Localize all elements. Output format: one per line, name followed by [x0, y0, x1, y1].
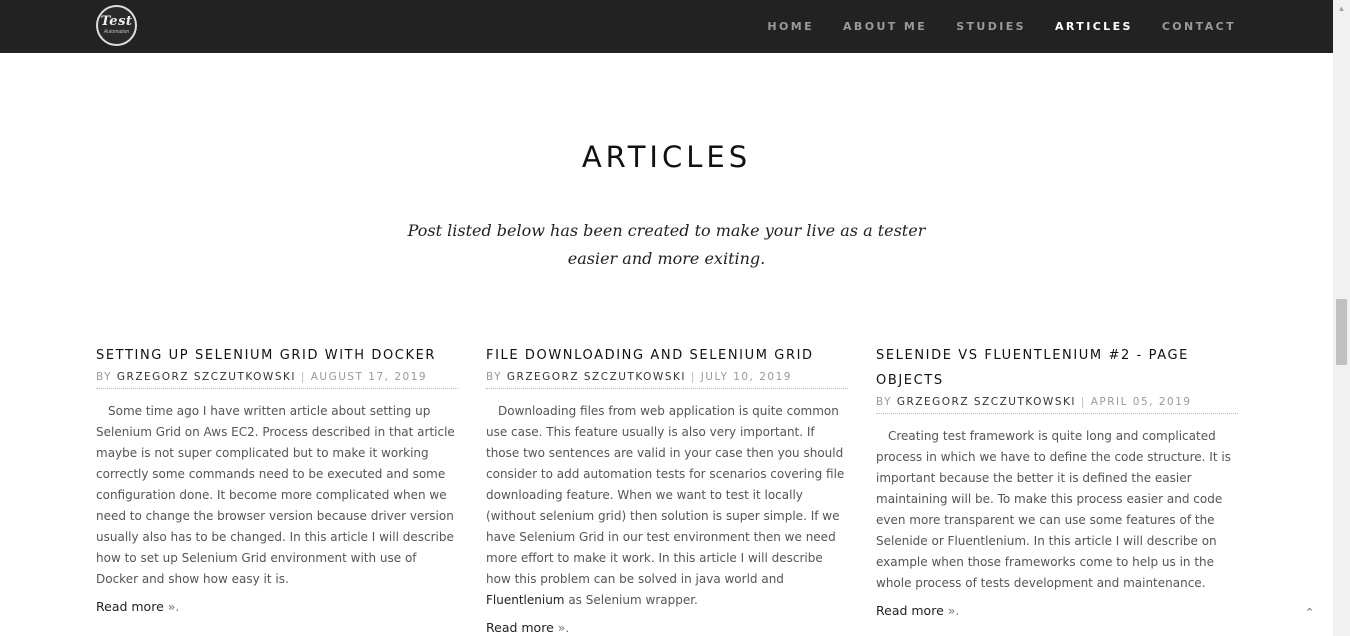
read-more-label: Read more	[486, 620, 554, 635]
page-intro: Post listed below has been created to ma…	[407, 221, 926, 268]
top-navbar: Test Automation HOME ABOUT ME STUDIES AR…	[0, 0, 1333, 53]
meta-by: BY	[96, 371, 113, 383]
meta-separator: |	[1080, 396, 1086, 408]
article-meta: BY GRZEGORZ SZCZUTKOWSKI | JULY 10, 2019	[486, 368, 848, 389]
fluentlenium-link[interactable]: Fluentlenium	[486, 593, 565, 607]
main-nav: HOME ABOUT ME STUDIES ARTICLES CONTACT	[738, 0, 1236, 53]
logo-subtext: Automation	[103, 29, 130, 35]
site-logo[interactable]: Test Automation	[96, 5, 137, 46]
article-card: SETTING UP SELENIUM GRID WITH DOCKER BY …	[96, 343, 458, 614]
meta-separator: |	[300, 371, 306, 383]
raquo-icon: ».	[167, 599, 180, 614]
article-title[interactable]: SETTING UP SELENIUM GRID WITH DOCKER	[96, 343, 458, 368]
logo-text: Test	[100, 14, 133, 29]
meta-by: BY	[486, 371, 503, 383]
page-title: ARTICLES	[581, 140, 752, 174]
raquo-icon: ».	[557, 620, 570, 635]
article-excerpt: Some time ago I have written article abo…	[96, 404, 455, 586]
article-excerpt: Downloading files from web application i…	[486, 401, 848, 611]
article-card: SELENIDE VS FLUENTLENIUM #2 - PAGE OBJEC…	[876, 343, 1238, 618]
excerpt-text: Downloading files from web application i…	[486, 404, 845, 586]
scrollbar-thumb[interactable]	[1336, 299, 1347, 365]
article-meta: BY GRZEGORZ SZCZUTKOWSKI | APRIL 05, 201…	[876, 393, 1238, 414]
read-more-link[interactable]: Read more ».	[876, 603, 1238, 618]
meta-separator: |	[690, 371, 696, 383]
article-author[interactable]: GRZEGORZ SZCZUTKOWSKI	[117, 371, 296, 383]
nav-item-contact[interactable]: CONTACT	[1162, 20, 1236, 33]
excerpt-text-end: as Selenium wrapper.	[564, 593, 698, 607]
article-date: APRIL 05, 2019	[1090, 396, 1192, 408]
nav-item-about-me[interactable]: ABOUT ME	[843, 20, 927, 33]
nav-item-studies[interactable]: STUDIES	[956, 20, 1026, 33]
read-more-label: Read more	[96, 599, 164, 614]
article-card: FILE DOWNLOADING AND SELENIUM GRID BY GR…	[486, 343, 848, 635]
article-title[interactable]: SELENIDE VS FLUENTLENIUM #2 - PAGE OBJEC…	[876, 343, 1238, 393]
article-author[interactable]: GRZEGORZ SZCZUTKOWSKI	[897, 396, 1076, 408]
back-to-top-icon[interactable]: ⌃	[1305, 606, 1314, 619]
read-more-link[interactable]: Read more ».	[486, 620, 848, 635]
nav-item-articles[interactable]: ARTICLES	[1055, 20, 1133, 33]
article-date: JULY 10, 2019	[700, 371, 792, 383]
read-more-label: Read more	[876, 603, 944, 618]
article-meta: BY GRZEGORZ SZCZUTKOWSKI | AUGUST 17, 20…	[96, 368, 458, 389]
raquo-icon: ».	[947, 603, 960, 618]
article-title[interactable]: FILE DOWNLOADING AND SELENIUM GRID	[486, 343, 848, 368]
page-scrollbar[interactable]: ▲	[1333, 0, 1350, 636]
read-more-link[interactable]: Read more ».	[96, 599, 458, 614]
nav-item-home[interactable]: HOME	[767, 20, 814, 33]
article-excerpt: Creating test framework is quite long an…	[876, 429, 1231, 590]
scroll-up-icon[interactable]: ▲	[1333, 0, 1350, 17]
meta-by: BY	[876, 396, 893, 408]
article-author[interactable]: GRZEGORZ SZCZUTKOWSKI	[507, 371, 686, 383]
article-date: AUGUST 17, 2019	[310, 371, 428, 383]
